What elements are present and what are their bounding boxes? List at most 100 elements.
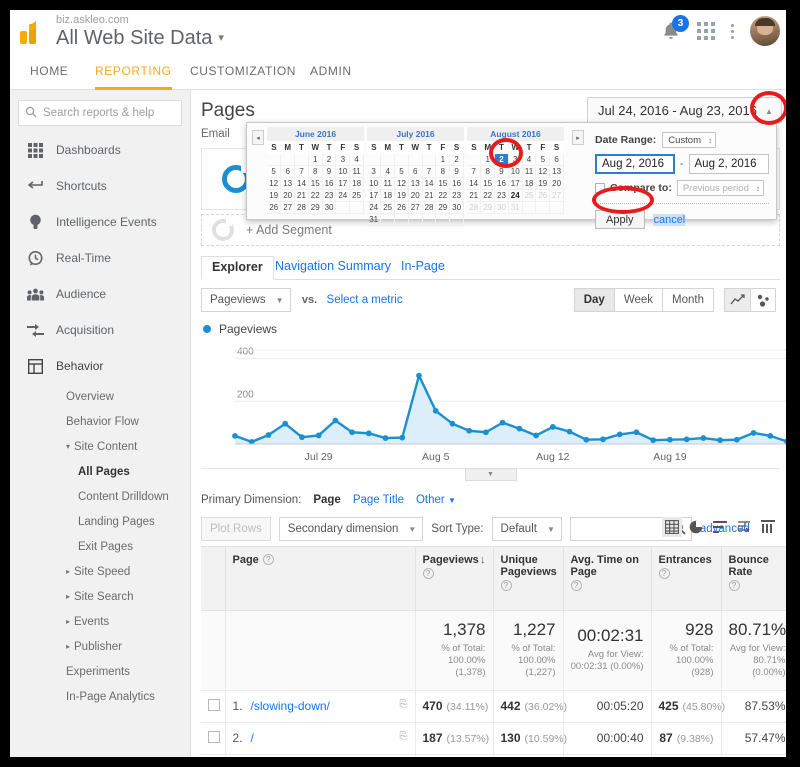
calendar-day[interactable]: 28 bbox=[294, 201, 309, 214]
calendar-day[interactable]: 27 bbox=[280, 201, 296, 214]
calendar-day[interactable]: 11 bbox=[349, 165, 364, 178]
sidebar-item-intelligence-events[interactable]: Intelligence Events bbox=[10, 204, 190, 240]
calendar-day[interactable]: 24 bbox=[508, 189, 523, 202]
calendar-day[interactable]: 23 bbox=[322, 189, 337, 202]
sidebar-sub-all-pages[interactable]: All Pages bbox=[10, 459, 190, 484]
calendar-day[interactable]: 10 bbox=[508, 165, 523, 178]
calendar-day[interactable]: 9 bbox=[322, 165, 337, 178]
calendar-day[interactable]: 18 bbox=[522, 177, 537, 190]
metric-select[interactable]: Pageviews ▼ bbox=[201, 288, 291, 312]
sidebar-sub-site-content[interactable]: ▾ Site Content bbox=[10, 434, 190, 459]
chart-expand-handle[interactable]: ▼ bbox=[464, 468, 517, 481]
sidebar-sub-landing-pages[interactable]: Landing Pages bbox=[10, 509, 190, 534]
calendar-day[interactable]: 31 bbox=[367, 213, 382, 226]
calendar-day[interactable]: 21 bbox=[467, 189, 482, 202]
calendar-day[interactable]: 29 bbox=[308, 201, 323, 214]
search-input[interactable]: Search reports & help bbox=[18, 100, 182, 126]
nav-customization[interactable]: CUSTOMIZATION bbox=[190, 64, 296, 87]
sidebar-sub-events[interactable]: ▸ Events bbox=[10, 609, 190, 634]
email-button[interactable]: Email bbox=[201, 128, 230, 150]
tab-in-page[interactable]: In-Page bbox=[391, 256, 455, 278]
sidebar-sub-exit-pages[interactable]: Exit Pages bbox=[10, 534, 190, 559]
motion-chart-icon[interactable] bbox=[750, 288, 776, 312]
external-link-icon[interactable]: ⎘ bbox=[400, 699, 408, 710]
calendar-day[interactable]: 4 bbox=[522, 154, 537, 166]
calendar-day[interactable]: 29 bbox=[435, 201, 451, 214]
calendar-day[interactable]: 5 bbox=[394, 165, 409, 178]
chevron-up-icon[interactable]: ▲ bbox=[762, 104, 776, 118]
start-date-input[interactable]: Aug 2, 2016 bbox=[595, 154, 675, 174]
user-avatar[interactable] bbox=[750, 16, 780, 46]
calendar-day[interactable]: 5 bbox=[535, 154, 551, 166]
calendar-day[interactable]: 12 bbox=[267, 177, 282, 190]
calendar-day[interactable]: 15 bbox=[480, 177, 496, 190]
checkbox-icon[interactable] bbox=[208, 698, 220, 711]
calendar-day[interactable]: 1 bbox=[480, 154, 496, 166]
calendar-day[interactable]: 2 bbox=[322, 154, 337, 166]
calendar-day[interactable]: 9 bbox=[449, 165, 464, 178]
calendar-day[interactable]: 4 bbox=[380, 165, 396, 178]
bar-chart-view-icon[interactable] bbox=[710, 517, 730, 537]
help-icon[interactable]: ? bbox=[500, 580, 512, 591]
help-icon[interactable]: ? bbox=[262, 554, 274, 565]
granularity-week[interactable]: Week bbox=[613, 288, 663, 312]
calendar-day[interactable]: 25 bbox=[522, 189, 537, 202]
calendar-day[interactable]: 30 bbox=[494, 201, 509, 214]
table-view-icon[interactable] bbox=[662, 517, 682, 537]
sidebar-item-audience[interactable]: Audience bbox=[10, 276, 190, 312]
calendar-day[interactable]: 19 bbox=[394, 189, 409, 202]
row-checkbox[interactable] bbox=[201, 754, 226, 761]
calendar-day[interactable]: 1 bbox=[435, 154, 451, 166]
calendar-day[interactable]: 30 bbox=[449, 201, 464, 214]
calendar-day[interactable]: 11 bbox=[522, 165, 537, 178]
more-options-icon[interactable] bbox=[731, 23, 734, 39]
pivot-view-icon[interactable] bbox=[758, 517, 778, 537]
calendar-day[interactable]: 8 bbox=[308, 165, 323, 178]
col-header-bounce-rate[interactable]: Bounce Rate ? bbox=[721, 546, 786, 611]
sidebar-item-behavior[interactable]: Behavior bbox=[10, 348, 190, 384]
primary-dimension-page-title[interactable]: Page Title bbox=[353, 494, 404, 506]
calendar-day[interactable]: 26 bbox=[394, 201, 409, 214]
calendar-day[interactable]: 23 bbox=[494, 189, 509, 202]
sidebar-item-acquisition[interactable]: Acquisition bbox=[10, 312, 190, 348]
line-chart-icon[interactable] bbox=[724, 288, 750, 312]
table-row[interactable]: 2. / ⎘ 187 (13.57%) 130 (10.59%) 00:00:40 87… bbox=[201, 722, 786, 755]
calendar-day[interactable]: 12 bbox=[535, 165, 551, 178]
calendar-day[interactable]: 15 bbox=[435, 177, 451, 190]
calendar-day[interactable]: 20 bbox=[280, 189, 296, 202]
calendar-day[interactable]: 3 bbox=[508, 154, 523, 166]
calendar-day[interactable]: 3 bbox=[335, 154, 351, 166]
calendar-day[interactable]: 16 bbox=[449, 177, 464, 190]
calendar-day[interactable]: 25 bbox=[349, 189, 364, 202]
calendar-day[interactable]: 11 bbox=[380, 177, 396, 190]
sidebar-sub-behavior-flow[interactable]: Behavior Flow bbox=[10, 409, 190, 434]
calendar-day[interactable]: 20 bbox=[408, 189, 423, 202]
calendar-day[interactable]: 14 bbox=[422, 177, 437, 190]
calendar-day[interactable]: 24 bbox=[335, 189, 351, 202]
sidebar-item-shortcuts[interactable]: Shortcuts bbox=[10, 168, 190, 204]
calendar-day[interactable]: 6 bbox=[280, 165, 296, 178]
calendar-day[interactable]: 22 bbox=[308, 189, 323, 202]
select-all-header[interactable] bbox=[201, 546, 226, 611]
sidebar-sub-overview[interactable]: Overview bbox=[10, 384, 190, 409]
calendar-day[interactable]: 16 bbox=[322, 177, 337, 190]
calendar-day[interactable]: 26 bbox=[267, 201, 282, 214]
pageviews-chart[interactable]: 200 400 Jul 29 Aug 5 Aug 12 Aug 19 bbox=[201, 340, 786, 468]
sort-type-select[interactable]: Default ▼ bbox=[491, 517, 562, 541]
calendar-day[interactable]: 16 bbox=[494, 177, 509, 190]
chevron-down-icon[interactable]: ▾ bbox=[218, 31, 224, 44]
select-a-metric-link[interactable]: Select a metric bbox=[327, 294, 403, 306]
help-icon[interactable]: ? bbox=[422, 568, 434, 579]
sidebar-item-dashboards[interactable]: Dashboards bbox=[10, 132, 190, 168]
calendar-day[interactable]: 29 bbox=[480, 201, 496, 214]
calendar-day[interactable]: 28 bbox=[422, 201, 437, 214]
calendar-day[interactable]: 27 bbox=[549, 189, 564, 202]
calendar-day[interactable]: 22 bbox=[435, 189, 451, 202]
calendar-day[interactable]: 6 bbox=[408, 165, 423, 178]
col-header-avg-time-on-page[interactable]: Avg. Time on Page ? bbox=[563, 546, 652, 611]
row-checkbox[interactable] bbox=[201, 690, 226, 723]
calendar-day[interactable]: 25 bbox=[380, 201, 396, 214]
nav-reporting[interactable]: REPORTING bbox=[95, 64, 172, 90]
sort-desc-icon[interactable]: ↓ bbox=[480, 554, 486, 566]
calendar-day[interactable]: 22 bbox=[480, 189, 496, 202]
